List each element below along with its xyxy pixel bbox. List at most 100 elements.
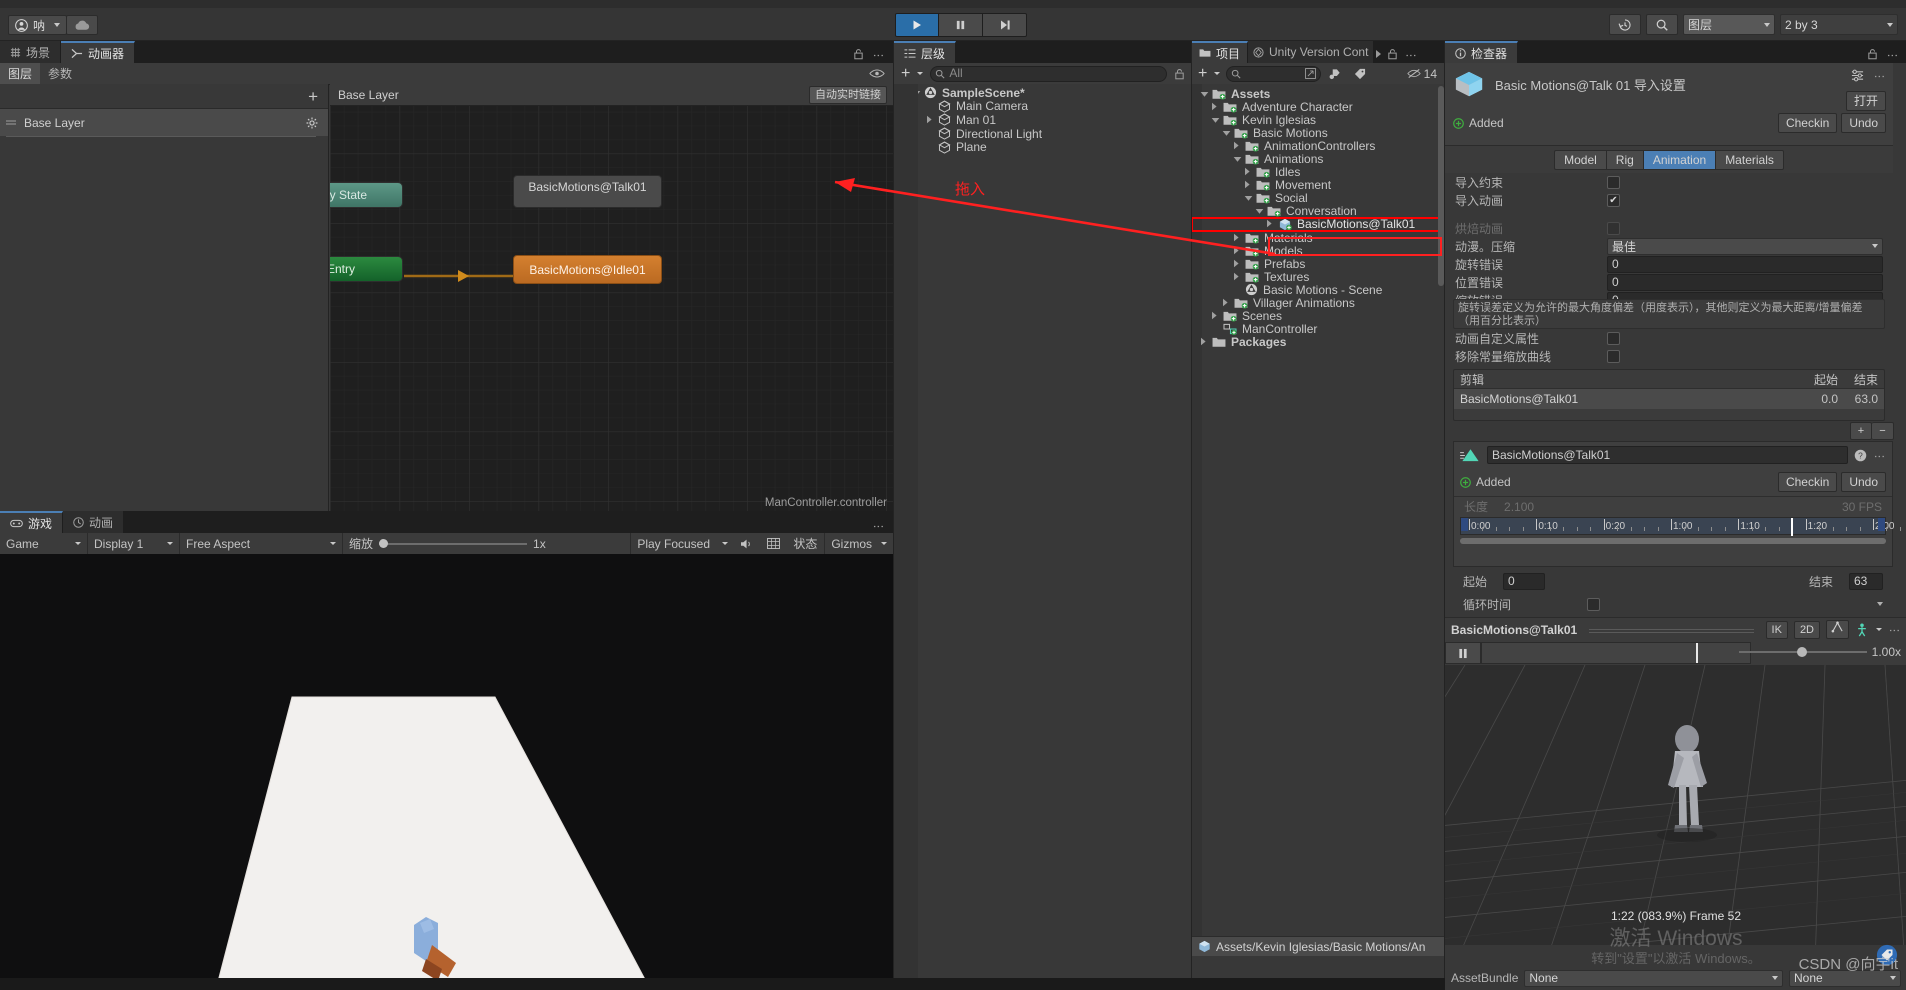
tab-inspector[interactable]: 检查器 xyxy=(1445,41,1519,63)
tab-hierarchy[interactable]: 层级 xyxy=(894,41,957,63)
importer-field2-checkbox-1[interactable] xyxy=(1607,349,1620,363)
clip-remove-button[interactable]: − xyxy=(1872,422,1894,440)
clip-undo-button[interactable]: Undo xyxy=(1841,472,1886,492)
graph-node-idle01[interactable]: BasicMotions@Idle01 xyxy=(513,255,662,284)
project-item-8[interactable]: Social xyxy=(1192,191,1445,205)
tab-version-control[interactable]: Unity Version Cont xyxy=(1248,41,1375,63)
layout-dropdown[interactable]: 2 by 3 xyxy=(1780,14,1898,35)
project-item-7[interactable]: Movement xyxy=(1192,178,1445,192)
importer-tab-animation[interactable]: Animation xyxy=(1642,149,1716,170)
project-item-11[interactable]: Materials xyxy=(1192,231,1445,245)
chevron-right-icon[interactable] xyxy=(1233,244,1242,258)
history-button[interactable] xyxy=(1609,14,1641,35)
hierarchy-item-1[interactable]: Main Camera xyxy=(894,99,1192,113)
layers-dropdown[interactable]: 图层 xyxy=(1683,14,1775,35)
project-item-0[interactable]: Assets xyxy=(1192,87,1445,101)
tab-animation[interactable]: 动画 xyxy=(63,511,125,533)
layer-item-base[interactable]: Base Layer xyxy=(0,109,328,136)
chevron-down-icon[interactable] xyxy=(1255,204,1264,218)
aspect-dropdown[interactable]: Free Aspect xyxy=(180,533,343,554)
chevron-right-icon[interactable] xyxy=(1244,165,1253,179)
preview-viewport[interactable]: 1:22 (083.9%) Frame 52 xyxy=(1445,665,1906,945)
chevron-right-icon[interactable] xyxy=(1376,50,1382,58)
project-item-9[interactable]: Conversation xyxy=(1192,204,1445,218)
importer-field2-checkbox-0[interactable] xyxy=(1607,331,1620,345)
project-item-15[interactable]: Basic Motions - Scene xyxy=(1192,283,1445,297)
clip-checkin-button[interactable]: Checkin xyxy=(1777,472,1838,492)
hierarchy-search-input[interactable]: All xyxy=(930,65,1167,82)
preview-speed-group[interactable]: 1.00x xyxy=(1738,645,1901,659)
clip-name-input[interactable]: BasicMotions@Talk01 xyxy=(1487,446,1848,464)
project-hidden-count[interactable]: 14 xyxy=(1406,67,1442,81)
graph-node-talk01[interactable]: BasicMotions@Talk01 xyxy=(513,175,662,208)
hierarchy-add-button[interactable]: + xyxy=(897,66,927,82)
step-button[interactable] xyxy=(983,13,1027,37)
hierarchy-item-4[interactable]: Plane xyxy=(894,140,1192,154)
chevron-right-icon[interactable] xyxy=(1211,100,1220,114)
cloud-button[interactable] xyxy=(66,15,98,35)
preview-pivot-button[interactable] xyxy=(1826,620,1849,639)
scale-slider-group[interactable]: 缩放 1x xyxy=(343,533,552,554)
project-tree[interactable]: Assets Adventure Character Kevin Iglesias B… xyxy=(1192,84,1445,956)
pause-button[interactable] xyxy=(939,13,983,37)
kebab-icon[interactable]: ⋮ xyxy=(1888,625,1901,634)
search-button[interactable] xyxy=(1646,14,1678,35)
open-button[interactable]: 打开 xyxy=(1845,91,1886,111)
stats-button[interactable]: 状态 xyxy=(786,533,824,554)
checkin-button[interactable]: Checkin xyxy=(1777,113,1838,133)
timeline-end-handle[interactable] xyxy=(1878,518,1885,531)
playmode-dropdown[interactable]: Play Focused xyxy=(630,533,734,554)
importer-field-input-4[interactable]: 0 xyxy=(1607,255,1883,273)
importer-field-checkbox-1[interactable]: ✔ xyxy=(1607,193,1620,207)
grid-button[interactable] xyxy=(760,533,786,554)
clip-timeline-scrollbar[interactable] xyxy=(1460,538,1886,544)
project-item-19[interactable]: Packages xyxy=(1192,335,1445,349)
project-add-button[interactable]: + xyxy=(1195,66,1223,82)
timeline-playhead[interactable] xyxy=(1791,518,1793,536)
chevron-down-icon[interactable] xyxy=(1222,126,1231,140)
gizmos-dropdown[interactable]: Gizmos xyxy=(824,533,893,554)
chevron-down-icon[interactable] xyxy=(1244,191,1253,205)
game-view[interactable] xyxy=(0,554,893,978)
preview-scrubber-playhead[interactable] xyxy=(1696,643,1698,663)
preview-scrubber[interactable] xyxy=(1481,642,1751,664)
importer-field-checkbox-2[interactable] xyxy=(1607,221,1620,235)
project-item-13[interactable]: Prefabs xyxy=(1192,257,1445,271)
chevron-right-icon[interactable] xyxy=(1233,139,1242,153)
project-item-10[interactable]: BasicMotions@Talk01 xyxy=(1192,216,1445,233)
scale-slider-handle[interactable] xyxy=(379,539,389,548)
project-favorite-button[interactable] xyxy=(1324,68,1346,80)
project-item-4[interactable]: AnimationControllers xyxy=(1192,139,1445,153)
preview-pause-button[interactable] xyxy=(1445,642,1481,664)
tab-animator[interactable]: 动画器 xyxy=(61,41,136,63)
clip-end-input[interactable]: 63 xyxy=(1849,572,1883,590)
clip-loop-checkbox[interactable] xyxy=(1587,597,1601,611)
lock-icon[interactable] xyxy=(853,48,864,60)
preview-speed-handle[interactable] xyxy=(1796,647,1807,657)
importer-tab-model[interactable]: Model xyxy=(1554,149,1606,170)
importer-field-checkbox-0[interactable] xyxy=(1607,175,1620,189)
kebab-icon[interactable]: ⋮ xyxy=(872,50,885,59)
hierarchy-item-0[interactable]: SampleScene* xyxy=(894,86,1192,100)
kebab-icon[interactable]: ⋮ xyxy=(1873,451,1886,460)
preview-avatar-button[interactable] xyxy=(1855,622,1882,637)
drag-handle-icon[interactable] xyxy=(6,118,16,128)
chevron-down-icon[interactable] xyxy=(1200,87,1209,101)
chevron-down-icon[interactable] xyxy=(1877,602,1883,606)
importer-tab-rig[interactable]: Rig xyxy=(1605,149,1643,170)
graph-node-entry[interactable]: Entry xyxy=(330,256,403,282)
hierarchy-item-2[interactable]: Man 01 xyxy=(894,113,1192,127)
plus-icon[interactable]: + xyxy=(308,88,318,105)
live-link-button[interactable]: 自动实时链接 xyxy=(809,85,887,104)
tab-project[interactable]: 项目 xyxy=(1192,41,1249,63)
clip-timeline[interactable]: 0:000:100:201:001:101:202:00 xyxy=(1460,517,1901,536)
animator-graph[interactable]: Any State Entry BasicMotions@Talk01 Basi… xyxy=(330,84,893,511)
project-search-input[interactable] xyxy=(1226,65,1322,82)
importer-field-dropdown-3[interactable]: 最佳 xyxy=(1607,237,1883,255)
project-item-16[interactable]: Villager Animations xyxy=(1192,296,1445,310)
project-item-3[interactable]: Basic Motions xyxy=(1192,126,1445,140)
project-label-button[interactable] xyxy=(1349,68,1371,80)
chevron-right-icon[interactable] xyxy=(926,113,935,127)
hierarchy-item-3[interactable]: Directional Light xyxy=(894,127,1192,141)
hierarchy-tree[interactable]: SampleScene* Main Camera Man 01 Directional… xyxy=(894,84,1192,978)
